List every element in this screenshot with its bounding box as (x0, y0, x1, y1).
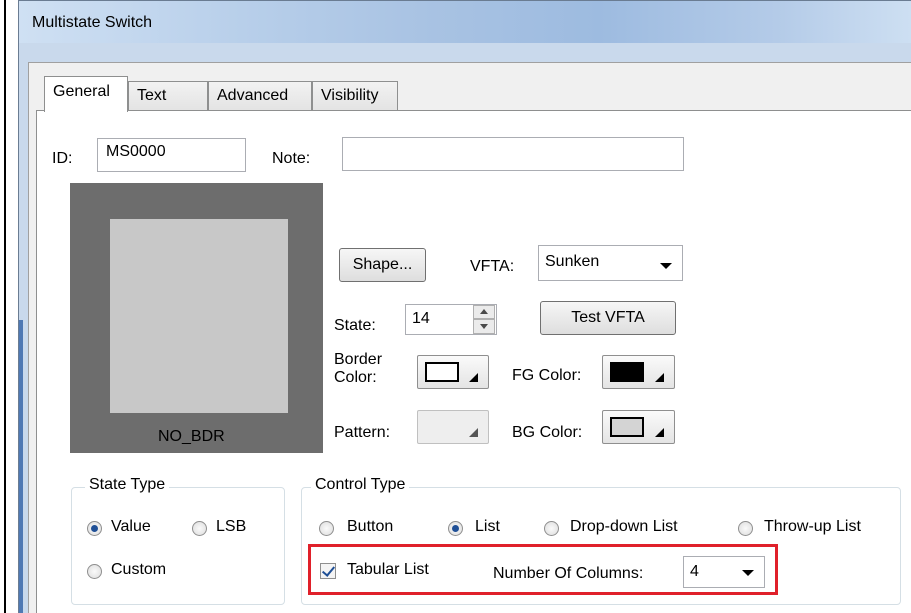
window-title: Multistate Switch (32, 14, 153, 31)
spin-up-icon (480, 309, 488, 314)
tab-text[interactable]: Text (128, 81, 208, 111)
radio-throw-up-list[interactable] (738, 521, 753, 536)
checkmark-icon (321, 563, 336, 577)
id-value: MS0000 (106, 143, 166, 160)
fg-color-swatch (610, 362, 644, 382)
title-bar[interactable] (19, 1, 911, 43)
shape-button[interactable]: Shape... (339, 248, 426, 282)
pattern-dropdown-icon (469, 428, 478, 437)
radio-dropdown-list[interactable] (544, 521, 559, 536)
border-color-button[interactable] (417, 355, 489, 389)
radio-lsb[interactable] (192, 521, 207, 536)
radio-value-label[interactable]: Value (111, 518, 151, 536)
radio-throw-up-list-label[interactable]: Throw-up List (764, 518, 861, 536)
chevron-down-icon (742, 570, 754, 576)
id-label: ID: (52, 150, 73, 167)
state-type-title: State Type (85, 476, 170, 494)
vfta-label: VFTA: (470, 258, 515, 275)
fg-color-button[interactable] (602, 355, 675, 389)
radio-value[interactable] (87, 521, 102, 536)
tab-general[interactable]: General (44, 76, 128, 112)
state-type-group (71, 487, 285, 605)
border-color-label: Border Color: (334, 351, 383, 386)
radio-lsb-label[interactable]: LSB (216, 518, 246, 536)
columns-dropdown[interactable]: 4 (683, 556, 765, 588)
control-type-title: Control Type (311, 476, 410, 494)
radio-list[interactable] (448, 521, 463, 536)
columns-value: 4 (690, 563, 699, 580)
state-value: 14 (412, 310, 430, 327)
bg-color-button[interactable] (602, 410, 675, 444)
tab-advanced[interactable]: Advanced (208, 81, 312, 111)
note-label: Note: (272, 150, 311, 167)
color-dropdown-icon (655, 428, 664, 437)
outer-frame-left (4, 0, 6, 613)
shape-preview-caption: NO_BDR (158, 428, 225, 445)
pattern-button[interactable] (417, 410, 489, 444)
state-label: State: (334, 317, 376, 334)
bg-color-swatch (610, 417, 644, 437)
bg-color-label: BG Color: (512, 424, 583, 441)
spin-up-button[interactable] (473, 305, 495, 319)
tabular-list-label[interactable]: Tabular List (347, 561, 429, 579)
radio-list-label[interactable]: List (475, 518, 500, 536)
radio-custom-label[interactable]: Custom (111, 561, 166, 579)
color-dropdown-icon (469, 373, 478, 382)
fg-color-label: FG Color: (512, 367, 582, 384)
spin-down-icon (480, 324, 488, 329)
columns-label: Number Of Columns: (493, 565, 644, 582)
window-border-accent (19, 320, 23, 613)
pattern-label: Pattern: (334, 424, 391, 441)
radio-button[interactable] (319, 521, 334, 536)
border-color-swatch (425, 362, 459, 382)
id-field[interactable]: MS0000 (97, 138, 246, 172)
radio-dropdown-list-label[interactable]: Drop-down List (570, 518, 678, 536)
note-field[interactable] (342, 137, 684, 171)
tabular-list-checkbox[interactable] (320, 563, 336, 579)
chevron-down-icon (660, 263, 672, 269)
tab-visibility[interactable]: Visibility (312, 81, 398, 111)
vfta-value: Sunken (545, 253, 600, 270)
vfta-dropdown[interactable]: Sunken (538, 245, 683, 281)
test-vfta-button[interactable]: Test VFTA (540, 301, 676, 335)
radio-button-label[interactable]: Button (347, 518, 393, 536)
radio-custom[interactable] (87, 564, 102, 579)
color-dropdown-icon (655, 373, 664, 382)
spin-down-button[interactable] (473, 319, 495, 334)
shape-preview-inner (110, 219, 288, 413)
